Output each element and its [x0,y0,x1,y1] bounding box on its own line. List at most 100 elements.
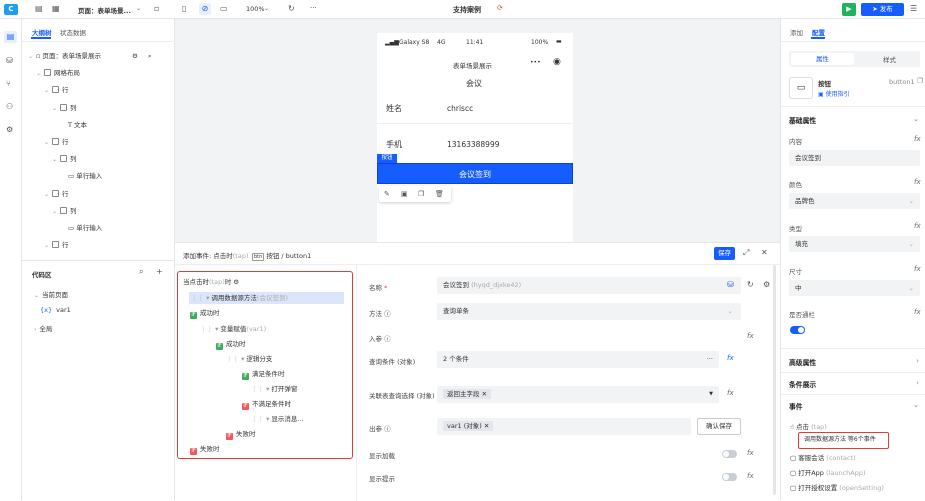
publish-button[interactable]: ➤ 发布 [861,3,904,16]
delete-icon[interactable]: 🗑 [435,189,444,199]
join-chip[interactable]: 返回主字段 ✕ [443,389,492,399]
flow-node[interactable]: IF 不满足条件时 [242,398,291,410]
flow-node[interactable]: ⋮⋮ ▾ 显示消息... [251,413,304,425]
usage-guide-link[interactable]: ▣ 使用指引 [818,89,850,98]
fx-icon[interactable]: fx [747,332,754,340]
fx-icon[interactable]: fx [914,308,921,316]
chevron-down-icon[interactable]: ⌄ [136,5,141,12]
copy-id-icon[interactable]: ❐ [917,77,923,85]
drag-handle-icon[interactable]: ⋮⋮ ▾ [251,415,271,423]
database-icon[interactable]: ⛁ [6,56,13,66]
settings-icon[interactable]: ⚙ [6,125,13,135]
users-icon[interactable]: ⚇ [6,102,13,112]
fx-icon[interactable]: fx [914,135,921,143]
method-select[interactable]: 查询单条 ⌄ [437,303,741,320]
type-select[interactable]: 填充 ⌄ [789,236,920,252]
flow-node[interactable]: IF 满足条件时 [242,368,285,380]
tab-outline[interactable]: 大纲树 [32,27,52,37]
copy-icon[interactable]: ❐ [418,189,424,199]
run-button[interactable]: ▶ [842,3,856,16]
fill-toggle[interactable] [790,326,805,334]
name-input[interactable]: chriscc [447,104,473,113]
tree-node[interactable]: ⌄ 行 [44,188,69,200]
size-select[interactable]: 中 ⌄ [789,280,920,296]
tab-config[interactable]: 配置 [812,27,825,37]
refresh-icon[interactable]: ↻ [288,4,295,14]
file-icon[interactable]: ▤ [35,4,43,14]
color-select[interactable]: 品牌色 ⌄ [789,193,920,209]
tree-node[interactable]: T 文本 [60,119,87,131]
chevron-down-icon[interactable]: ⌄ [52,156,57,163]
save-button[interactable]: 保存 [714,247,735,260]
chevron-down-icon[interactable]: ⌄ [44,87,49,94]
flow-node[interactable]: IF 失败时 [226,428,256,440]
flow-node[interactable]: ⋮⋮ ▾ 逻辑分支 [226,353,272,365]
expand-icon[interactable]: ⤢ [743,248,749,258]
edit-icon[interactable]: ✎ [384,189,390,199]
tab-add[interactable]: 添加 [790,27,803,37]
join-select[interactable]: 返回主字段 ✕ ▼ [437,386,719,403]
fx-icon[interactable]: fx [747,449,754,457]
gear-icon[interactable]: ⚙ [132,50,138,62]
chevron-down-icon[interactable]: ⌄ [44,191,49,198]
database-icon[interactable]: ⛁ [727,280,734,290]
name-field[interactable]: 会议签到 (hyqd_djxke42) [437,277,741,294]
collapse-icon[interactable]: ⌄ [913,115,919,123]
chevron-down-icon[interactable]: ⌄ [52,208,57,215]
drag-handle-icon[interactable]: ⋮⋮ ▾ [226,355,246,363]
tab-state-data[interactable]: 状态数据 [60,27,86,37]
pen-icon[interactable]: ⊘ [199,3,211,15]
query-field[interactable]: 2 个条件 ··· [437,351,719,368]
chevron-down-icon[interactable]: ⌄ [44,242,49,249]
subtab-properties[interactable]: 属性 [791,53,854,65]
events-title[interactable]: 事件 [789,401,803,411]
tree-node[interactable]: ▭ 单行输入 [60,170,102,182]
chevron-down-icon[interactable]: ⌄ [36,70,41,77]
event-open-setting[interactable]: ▢ 打开授权设置 (openSetting) [790,482,884,492]
fx-icon[interactable]: fx [747,472,754,480]
flow-node[interactable]: 当点击时(tap)时 ⚙ [183,276,239,288]
search-icon[interactable]: ⌕ [139,267,143,277]
basic-props-title[interactable]: 基础属性 [789,115,816,125]
expand-icon[interactable]: › [916,379,919,387]
var1-node[interactable]: {x} var1 [40,306,71,314]
flow-node[interactable]: IF 成功时 [216,338,246,350]
page-selector[interactable]: 页面：表单场景... [78,5,131,15]
flow-icon[interactable]: ⑂ [6,79,11,89]
gear-icon[interactable]: ⚙ [763,280,770,290]
output-chip[interactable]: var1 (对象) ✕ [443,421,494,431]
output-field[interactable]: var1 (对象) ✕ [437,418,691,435]
menu-icon[interactable]: ☰ [910,4,917,14]
tree-node[interactable]: ⌄ 列 [52,153,77,165]
subtab-style[interactable]: 样式 [883,54,896,64]
fx-icon[interactable]: fx [727,354,734,362]
confirm-save-button[interactable]: 确认保存 [697,418,741,435]
page-add-icon[interactable]: ▫ [154,4,159,14]
current-page-node[interactable]: ⌄ 当前页面 [34,289,68,299]
tip-toggle[interactable] [722,473,737,481]
tree-node[interactable]: ⌄ 列 [52,205,77,217]
target-icon[interactable]: ◉ [553,57,561,67]
mobile-preview-icon[interactable]: ▯ [182,4,186,14]
tree-node[interactable]: ⌄ 网格布局 [36,67,80,79]
chevron-down-icon[interactable]: ⌄ [44,139,49,146]
flow-node[interactable]: ⋮⋮ ▾ 调用数据源方法(会议签到) [189,292,344,304]
nav-more[interactable]: ••• [530,59,541,66]
event-tap-actions[interactable]: 调用数据源方法 等6个事件 [798,432,889,449]
add-icon[interactable]: + [156,267,163,277]
expand-icon[interactable]: › [916,357,919,365]
scrollbar[interactable] [773,265,776,495]
event-contact[interactable]: ▢ 客服会话 (contact) [790,452,856,462]
tree-node[interactable]: ⌄ ▫ 页面：表单场景展示 ⚙ ⌕ [28,50,152,62]
fx-icon[interactable]: fx [914,265,921,273]
tree-node[interactable]: ⌄ 行 [44,136,69,148]
chevron-down-icon[interactable]: ⌄ [52,105,57,112]
advanced-props-title[interactable]: 高级属性 [789,357,816,367]
event-launch-app[interactable]: ▢ 打开App (launchApp) [790,467,866,477]
more-menu[interactable]: ··· [310,4,317,12]
outline-icon[interactable]: ▤ [4,31,17,43]
gear-icon[interactable]: ⚙ [231,278,239,286]
fx-icon[interactable]: fx [914,222,921,230]
loading-toggle[interactable] [722,450,737,458]
flow-node[interactable]: IF 失败时 [190,443,220,455]
